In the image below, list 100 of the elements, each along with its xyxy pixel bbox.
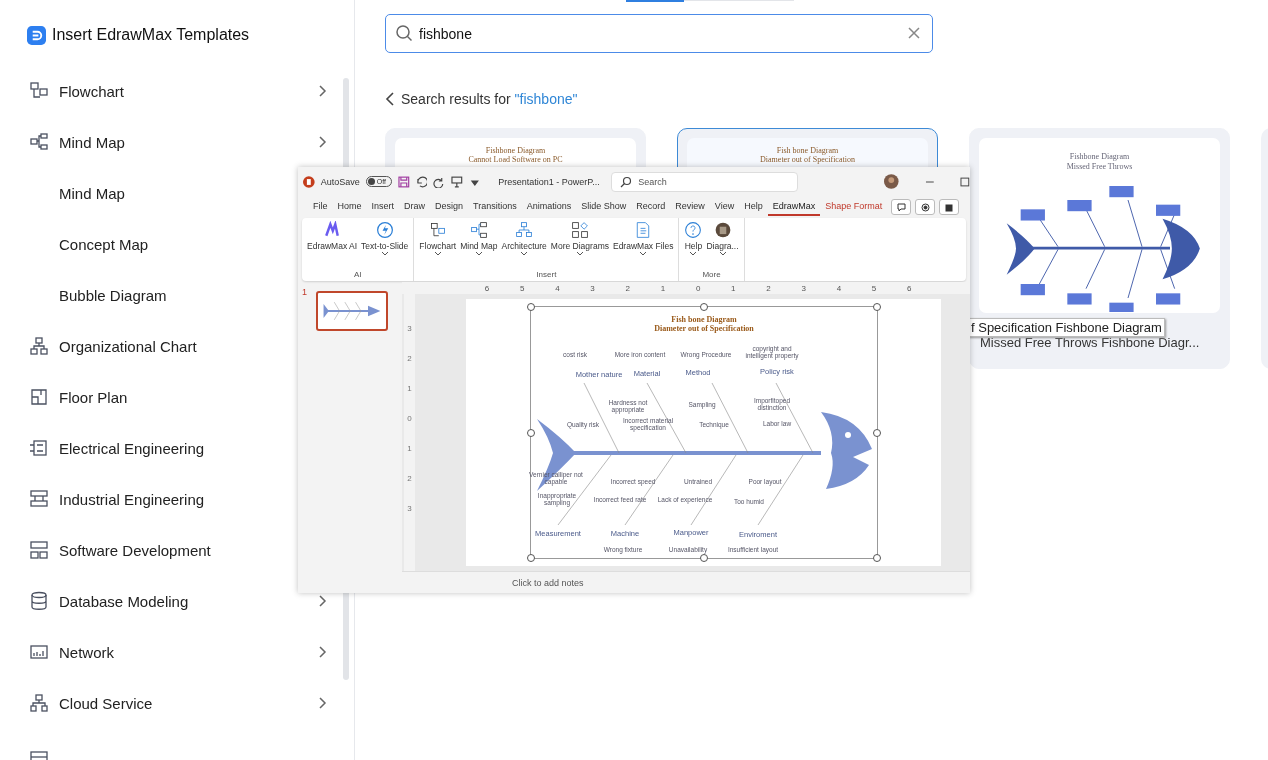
chevron-right-icon — [317, 85, 327, 97]
category-icon — [29, 336, 49, 356]
share-button[interactable] — [939, 199, 960, 215]
group-label: Insert — [535, 270, 558, 281]
template-title: Missed Free Throws Fishbone Diagr... — [979, 335, 1201, 350]
group-label: AI — [352, 270, 363, 281]
search-field[interactable]: Search — [611, 171, 799, 192]
ruler-number: 2 — [624, 283, 631, 293]
record-button[interactable] — [915, 199, 936, 215]
search-icon — [620, 175, 633, 188]
ruler-number: 6 — [483, 283, 491, 293]
category-icon — [29, 693, 49, 713]
ribbon-tab[interactable]: Design — [430, 198, 469, 216]
redo-icon[interactable] — [433, 175, 445, 188]
ribbon-tab[interactable]: Transitions — [468, 198, 522, 216]
category-icon — [29, 132, 49, 152]
share-icon — [944, 202, 954, 212]
ribbon-tab[interactable]: Help — [739, 198, 768, 216]
ruler-number: 1 — [407, 384, 412, 393]
category-icon — [29, 540, 49, 560]
resize-handle[interactable] — [873, 428, 881, 437]
ribbon-button[interactable]: Mind Map — [458, 218, 500, 270]
ribbon-tab[interactable]: Record — [631, 198, 671, 216]
ribbon-tab[interactable]: Animations — [521, 198, 577, 216]
sidebar-item[interactable]: Floor Plan — [0, 386, 132, 408]
caret-icon — [719, 252, 726, 256]
ribbon-button[interactable]: Text-to-Slide — [359, 218, 411, 270]
sidebar-item[interactable]: Electrical Engineering — [0, 437, 209, 459]
presentation-icon[interactable] — [450, 175, 463, 188]
ribbon-button[interactable]: More Diagrams — [548, 218, 611, 270]
sidebar-item[interactable]: Industrial Engineering — [0, 488, 209, 510]
ribbon-tab[interactable]: Slide Show — [576, 198, 632, 216]
avatar-icon — [713, 221, 732, 239]
resize-handle[interactable] — [700, 554, 708, 562]
search-icon — [395, 24, 413, 42]
ruler-number: 5 — [518, 283, 526, 293]
ruler-number: 2 — [407, 474, 412, 483]
shapes-icon — [570, 221, 589, 239]
caret-icon — [576, 252, 583, 256]
sidebar-item[interactable]: Mind Map — [0, 131, 354, 153]
slide-thumbnail[interactable] — [316, 291, 388, 331]
ruler-number: 4 — [554, 283, 561, 293]
caret-icon — [640, 252, 647, 256]
ruler-number: 2 — [407, 354, 412, 363]
ribbon-tab[interactable]: EdrawMax — [767, 198, 821, 216]
help-icon — [684, 221, 703, 239]
app-logo-icon — [303, 175, 315, 188]
sidebar-item[interactable]: Organizational Chart — [0, 335, 201, 357]
sidebar-subitem[interactable]: Concept Map — [0, 233, 153, 255]
document-title: Presentation1 - PowerP... — [498, 176, 599, 187]
category-icon — [29, 438, 49, 458]
thumbnail-title: Fishbone Diagram — [485, 146, 546, 155]
ribbon-button[interactable]: Flowchart — [417, 218, 459, 270]
mind-map-icon — [469, 221, 488, 239]
resize-handle[interactable] — [873, 303, 881, 311]
thumbnail-title: Fishbone Diagram — [1069, 152, 1130, 162]
ruler-number: 1 — [730, 283, 737, 293]
thumbnail-title: Cannot Load Software on PC — [468, 155, 563, 164]
search-field[interactable]: fishbone — [385, 14, 933, 53]
ribbon-tab[interactable]: Home — [332, 198, 367, 216]
ribbon-tab[interactable]: Draw — [399, 198, 431, 216]
record-icon — [920, 202, 930, 212]
thumbnail-title: Fish bone Diagram — [776, 146, 839, 155]
sidebar-item[interactable]: Network — [0, 641, 354, 663]
ribbon-button[interactable]: Diagra... — [704, 218, 741, 270]
caret-icon — [434, 252, 441, 256]
ribbon-tab[interactable]: Review — [670, 198, 710, 216]
caret-icon — [690, 252, 697, 256]
ribbon-tab[interactable]: Insert — [366, 198, 400, 216]
ribbon-button[interactable]: EdrawMax Files — [610, 218, 676, 270]
resize-handle[interactable] — [873, 554, 881, 562]
avatar[interactable] — [884, 174, 899, 189]
ribbon-button[interactable]: Help — [682, 218, 705, 270]
sidebar-subitem[interactable]: Mind Map — [0, 182, 129, 204]
sidebar-item[interactable]: Software Development — [0, 539, 215, 561]
ruler-number: 3 — [407, 324, 412, 333]
resize-handle[interactable] — [527, 303, 535, 311]
ribbon-tab[interactable]: Shape Format — [820, 198, 888, 216]
ribbon-button[interactable]: Architecture — [499, 218, 549, 270]
ruler-number: 1 — [407, 444, 412, 453]
resize-handle[interactable] — [527, 428, 535, 437]
notes-field[interactable]: Click to add notes — [402, 571, 970, 593]
maximize-icon[interactable] — [960, 176, 971, 187]
lightning-icon — [375, 221, 394, 239]
ruler-number: 0 — [694, 283, 702, 293]
clear-icon[interactable] — [908, 27, 920, 39]
ribbon-tab[interactable]: View — [709, 198, 740, 216]
sidebar-subitem[interactable]: Bubble Diagram — [0, 284, 171, 306]
category-icon — [29, 81, 49, 101]
undo-icon[interactable] — [415, 175, 428, 188]
ribbon-button[interactable]: EdrawMax AI — [305, 218, 360, 270]
autosave-label: AutoSave — [320, 176, 360, 187]
sidebar-item[interactable]: Database Modeling — [0, 590, 354, 612]
save-icon[interactable] — [398, 175, 410, 188]
resize-handle[interactable] — [700, 303, 708, 311]
sidebar-item[interactable]: Flowchart — [0, 80, 354, 102]
back-icon[interactable] — [385, 92, 395, 106]
resize-handle[interactable] — [527, 554, 535, 562]
sidebar-item[interactable]: Cloud Service — [0, 692, 354, 714]
ribbon-tab[interactable]: File — [308, 198, 333, 216]
